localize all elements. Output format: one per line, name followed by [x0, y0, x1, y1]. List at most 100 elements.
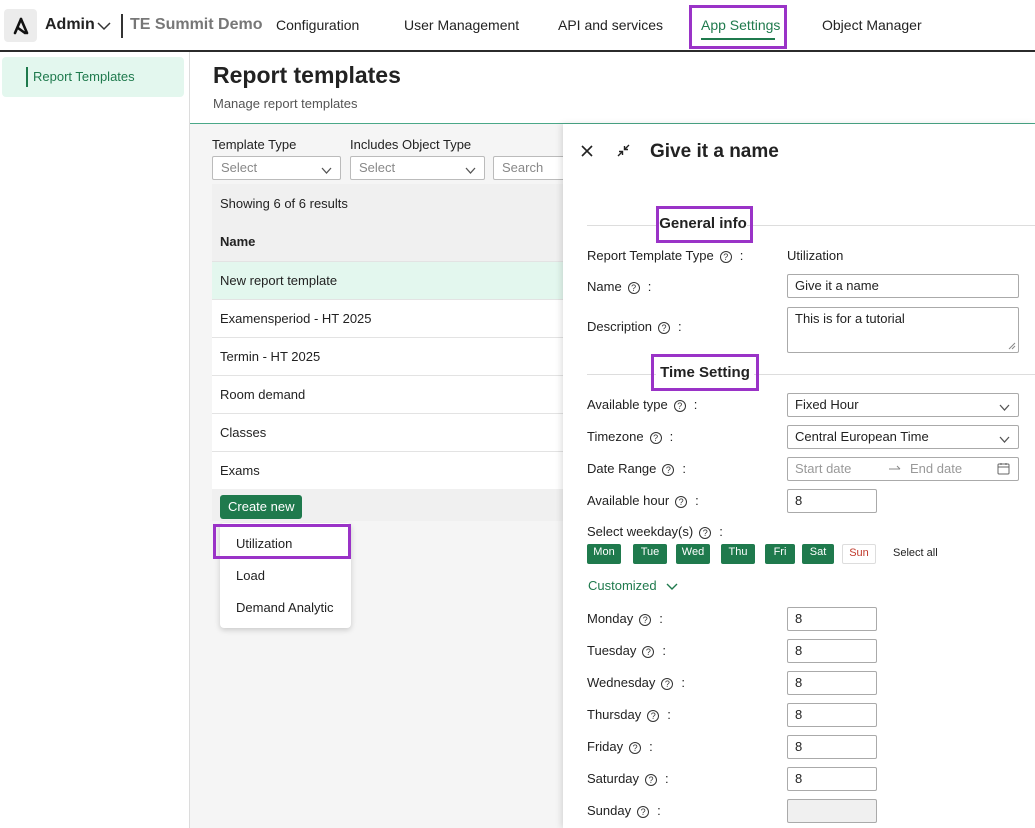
collapse-icon[interactable] — [616, 143, 631, 161]
available-type-label: Available type?: — [587, 397, 697, 412]
monday-hours-input[interactable]: 8 — [787, 607, 877, 631]
name-label-text: Name — [587, 279, 622, 294]
help-icon[interactable]: ? — [675, 495, 688, 508]
nav-user-management[interactable]: User Management — [404, 17, 519, 33]
help-icon[interactable]: ? — [647, 709, 660, 722]
results-count: Showing 6 of 6 results — [220, 196, 348, 211]
weekday-sat-toggle[interactable]: Sat — [802, 544, 834, 564]
search-input[interactable]: Search — [493, 156, 573, 180]
select-all-link[interactable]: Select all — [893, 547, 938, 559]
available-hour-label-text: Available hour — [587, 493, 670, 508]
table-row[interactable]: New report template — [212, 261, 572, 299]
date-range-label: Date Range?: — [587, 461, 686, 476]
friday-label: Friday?: — [587, 739, 653, 754]
object-type-label: Includes Object Type — [350, 137, 472, 152]
template-type-value: Select — [221, 160, 258, 175]
date-range-picker[interactable]: Start date End date — [787, 457, 1019, 481]
end-date-input[interactable]: End date — [910, 461, 962, 476]
results-table: Showing 6 of 6 results Name New report t… — [212, 184, 572, 521]
customized-toggle[interactable]: Customized — [588, 578, 678, 593]
report-type-label: Report Template Type?: — [587, 248, 743, 263]
wednesday-hours-input[interactable]: 8 — [787, 671, 877, 695]
highlight-box — [656, 206, 753, 243]
weekday-mon-toggle[interactable]: Mon — [587, 544, 621, 564]
table-row[interactable]: Classes — [212, 413, 572, 451]
timezone-value: Central European Time — [795, 429, 929, 444]
sidebar-item-report-templates[interactable]: Report Templates — [2, 57, 184, 97]
name-input[interactable]: Give it a name — [787, 274, 1019, 298]
weekday-tue-toggle[interactable]: Tue — [633, 544, 667, 564]
template-type-select[interactable]: Select — [212, 156, 341, 180]
tuesday-label-text: Tuesday — [587, 643, 637, 658]
description-label-text: Description — [587, 319, 653, 334]
thursday-hours-input[interactable]: 8 — [787, 703, 877, 727]
available-hour-input[interactable]: 8 — [787, 489, 877, 513]
help-icon[interactable]: ? — [639, 613, 652, 626]
object-type-select[interactable]: Select — [350, 156, 485, 180]
colon: : — [667, 707, 671, 722]
close-icon[interactable] — [580, 144, 594, 161]
friday-label-text: Friday — [587, 739, 624, 754]
available-type-label-text: Available type — [587, 397, 668, 412]
weekday-thu-toggle[interactable]: Thu — [721, 544, 755, 564]
help-icon[interactable]: ? — [673, 399, 686, 412]
column-header-name[interactable]: Name — [220, 234, 255, 249]
tuesday-hours-input[interactable]: 8 — [787, 639, 877, 663]
panel-title: Give it a name — [650, 141, 779, 162]
sunday-hours-input[interactable] — [787, 799, 877, 823]
chevron-down-icon — [666, 583, 678, 590]
weekday-fri-toggle[interactable]: Fri — [765, 544, 795, 564]
weekday-wed-toggle[interactable]: Wed — [676, 544, 710, 564]
menu-item-load[interactable]: Load — [236, 568, 265, 583]
help-icon[interactable]: ? — [661, 677, 674, 690]
help-icon[interactable]: ? — [645, 773, 658, 786]
thursday-label: Thursday?: — [587, 707, 671, 722]
report-type-value: Utilization — [787, 248, 844, 263]
nav-configuration[interactable]: Configuration — [276, 17, 359, 33]
help-icon[interactable]: ? — [629, 741, 642, 754]
nav-app-settings[interactable]: App Settings — [701, 17, 780, 33]
highlight-box — [651, 354, 759, 391]
colon: : — [693, 397, 698, 412]
sunday-label-text: Sunday — [587, 803, 632, 818]
table-row[interactable]: Examensperiod - HT 2025 — [212, 299, 572, 337]
colon: : — [669, 429, 674, 444]
app-logo-icon[interactable] — [4, 9, 37, 42]
help-icon[interactable]: ? — [642, 645, 655, 658]
calendar-icon[interactable] — [997, 462, 1010, 478]
nav-object-manager[interactable]: Object Manager — [822, 17, 922, 33]
weekday-sun-toggle[interactable]: Sun — [842, 544, 876, 564]
help-icon[interactable]: ? — [627, 281, 640, 294]
saturday-hours-input[interactable]: 8 — [787, 767, 877, 791]
date-range-label-text: Date Range — [587, 461, 657, 476]
table-row[interactable]: Exams — [212, 451, 572, 489]
menu-item-demand-analytic[interactable]: Demand Analytic — [236, 600, 334, 615]
help-icon[interactable]: ? — [649, 431, 662, 444]
available-type-select[interactable]: Fixed Hour — [787, 393, 1019, 417]
help-icon[interactable]: ? — [637, 805, 650, 818]
chevron-down-icon — [321, 163, 332, 178]
timezone-select[interactable]: Central European Time — [787, 425, 1019, 449]
friday-hours-input[interactable]: 8 — [787, 735, 877, 759]
help-icon[interactable]: ? — [699, 526, 712, 539]
help-icon[interactable]: ? — [658, 321, 671, 334]
colon: : — [657, 803, 661, 818]
template-detail-panel: Give it a name General info Report Templ… — [563, 124, 1035, 828]
template-type-label: Template Type — [212, 137, 297, 152]
help-icon[interactable]: ? — [719, 250, 732, 263]
admin-menu-label[interactable]: Admin — [45, 16, 95, 34]
create-new-button[interactable]: Create new — [220, 495, 303, 519]
weekday-label-text: Select weekday(s) — [587, 524, 694, 539]
nav-api-and-services[interactable]: API and services — [558, 17, 663, 33]
table-row[interactable]: Room demand — [212, 375, 572, 413]
colon: : — [695, 493, 699, 508]
description-textarea[interactable]: This is for a tutorial — [787, 307, 1019, 353]
help-icon[interactable]: ? — [662, 463, 675, 476]
chevron-down-icon[interactable] — [97, 19, 111, 34]
saturday-label-text: Saturday — [587, 771, 640, 786]
available-type-value: Fixed Hour — [795, 397, 859, 412]
table-row[interactable]: Termin - HT 2025 — [212, 337, 572, 375]
start-date-input[interactable]: Start date — [795, 461, 851, 476]
sidebar: Report Templates — [0, 52, 190, 828]
resize-handle-icon[interactable] — [1008, 342, 1016, 350]
